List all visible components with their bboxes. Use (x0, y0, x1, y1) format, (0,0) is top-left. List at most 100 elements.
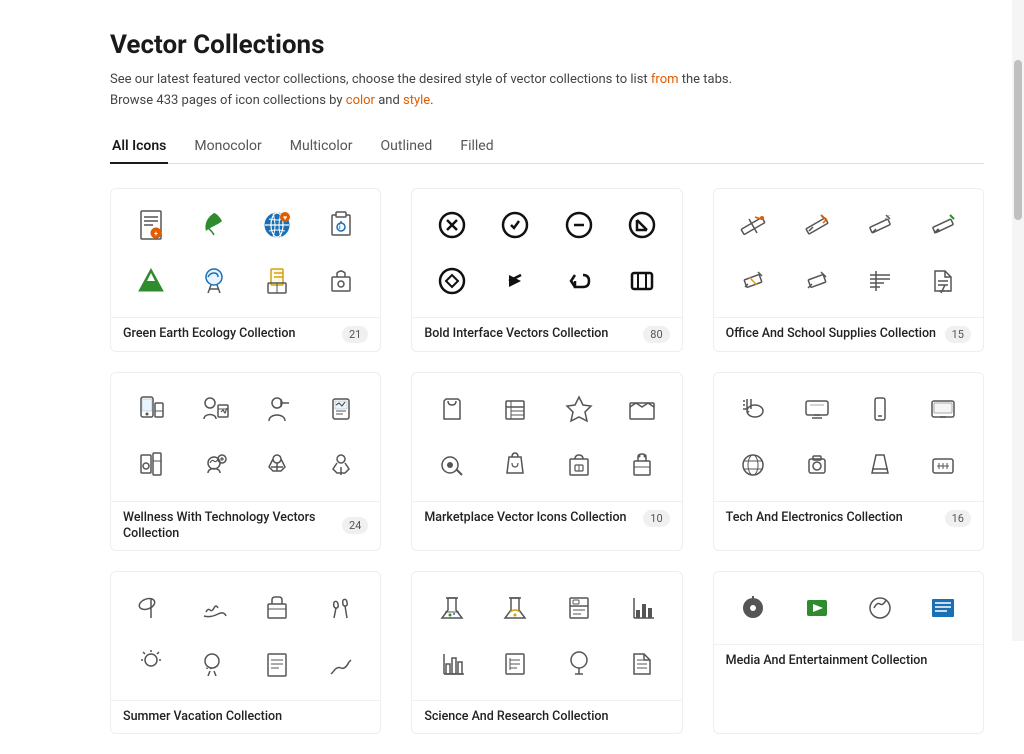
icon-grid-marketplace (412, 373, 681, 501)
collection-media[interactable]: Media And Entertainment Collection (713, 571, 984, 734)
card-footer-green-earth: Green Earth Ecology Collection 21 (111, 317, 380, 351)
icon-cell (311, 582, 370, 634)
icon-cell (486, 439, 545, 491)
icon-cell (422, 199, 481, 251)
icon-cell (787, 582, 846, 634)
tab-all-icons[interactable]: All Icons (110, 130, 168, 164)
icon-cell: + (121, 199, 180, 251)
card-count: 10 (643, 510, 669, 527)
card-count: 24 (342, 517, 368, 534)
icon-cell (850, 582, 909, 634)
icon-cell (121, 439, 180, 491)
icon-cell (184, 582, 243, 634)
icon-cell (121, 582, 180, 634)
icon-cell (422, 582, 481, 634)
icon-cell (121, 383, 180, 435)
svg-text:+: + (154, 230, 158, 238)
icon-cell (612, 383, 671, 435)
icon-cell (850, 255, 909, 307)
svg-text:♥: ♥ (283, 214, 287, 222)
icon-cell (184, 439, 243, 491)
card-footer-office-school: Office And School Supplies Collection 15 (714, 317, 983, 351)
icon-cell (121, 638, 180, 690)
collection-office-school[interactable]: Office And School Supplies Collection 15 (713, 188, 984, 352)
icon-cell (184, 638, 243, 690)
collection-green-earth[interactable]: + (110, 188, 381, 352)
icon-grid-tech-electronics (714, 373, 983, 501)
page-title: Vector Collections (110, 30, 984, 60)
card-title: Media And Entertainment Collection (726, 653, 928, 669)
icon-cell (486, 638, 545, 690)
icon-cell (549, 439, 608, 491)
card-title: Wellness With Technology Vectors Collect… (123, 510, 336, 543)
card-footer-tech-electronics: Tech And Electronics Collection 16 (714, 501, 983, 535)
icon-cell (612, 582, 671, 634)
icon-cell (248, 638, 307, 690)
icon-cell (184, 383, 243, 435)
page-subtitle: See our latest featured vector collectio… (110, 70, 984, 112)
collection-wellness[interactable]: Wellness With Technology Vectors Collect… (110, 372, 381, 552)
card-title: Office And School Supplies Collection (726, 326, 936, 342)
tab-filled[interactable]: Filled (458, 130, 495, 164)
icon-cell: i (311, 199, 370, 251)
icon-cell (121, 255, 180, 307)
collection-bold-interface[interactable]: Bold Interface Vectors Collection 80 (411, 188, 682, 352)
icon-cell (549, 199, 608, 251)
icon-cell (248, 255, 307, 307)
icon-cell (787, 199, 846, 251)
icon-cell (422, 255, 481, 307)
tab-monocolor[interactable]: Monocolor (192, 130, 263, 164)
icon-cell (787, 255, 846, 307)
icon-cell (549, 383, 608, 435)
card-title: Bold Interface Vectors Collection (424, 326, 608, 342)
tab-outlined[interactable]: Outlined (379, 130, 435, 164)
card-footer-bold-interface: Bold Interface Vectors Collection 80 (412, 317, 681, 351)
collection-science[interactable]: Science And Research Collection (411, 571, 682, 734)
icon-cell (486, 383, 545, 435)
style-link[interactable]: style (403, 93, 430, 108)
collection-tech-electronics[interactable]: Tech And Electronics Collection 16 (713, 372, 984, 552)
icon-cell (914, 582, 973, 634)
icon-cell (422, 439, 481, 491)
icon-grid-science (412, 572, 681, 700)
icon-cell (486, 255, 545, 307)
icon-grid-green-earth: + (111, 189, 380, 317)
icon-cell (248, 383, 307, 435)
tab-multicolor[interactable]: Multicolor (288, 130, 355, 164)
icon-cell (311, 383, 370, 435)
icon-grid-media (714, 572, 983, 644)
icon-cell: ♥ (248, 199, 307, 251)
icon-cell (311, 255, 370, 307)
icon-cell (914, 199, 973, 251)
icon-cell (184, 255, 243, 307)
icon-cell (311, 638, 370, 690)
icon-grid-office-school (714, 189, 983, 317)
card-count: 15 (945, 326, 971, 343)
icon-cell (724, 439, 783, 491)
icon-cell (311, 439, 370, 491)
icon-cell (612, 199, 671, 251)
from-link[interactable]: from (651, 72, 679, 87)
card-count: 80 (643, 326, 669, 343)
icon-grid-wellness (111, 373, 380, 501)
icon-cell (724, 582, 783, 634)
color-link[interactable]: color (346, 93, 375, 108)
icon-cell (422, 638, 481, 690)
icon-cell (850, 199, 909, 251)
card-count: 21 (342, 326, 368, 343)
icon-cell (850, 383, 909, 435)
icon-cell (612, 638, 671, 690)
icon-cell (486, 199, 545, 251)
card-footer-science: Science And Research Collection (412, 700, 681, 733)
card-footer-summer: Summer Vacation Collection (111, 700, 380, 733)
icon-cell (248, 439, 307, 491)
collection-marketplace[interactable]: Marketplace Vector Icons Collection 10 (411, 372, 682, 552)
icon-cell (914, 383, 973, 435)
collection-summer[interactable]: Summer Vacation Collection (110, 571, 381, 734)
icon-cell (724, 199, 783, 251)
icon-cell (486, 582, 545, 634)
svg-text:i: i (339, 224, 341, 231)
card-count: 16 (945, 510, 971, 527)
icon-cell (724, 383, 783, 435)
icon-cell (184, 199, 243, 251)
